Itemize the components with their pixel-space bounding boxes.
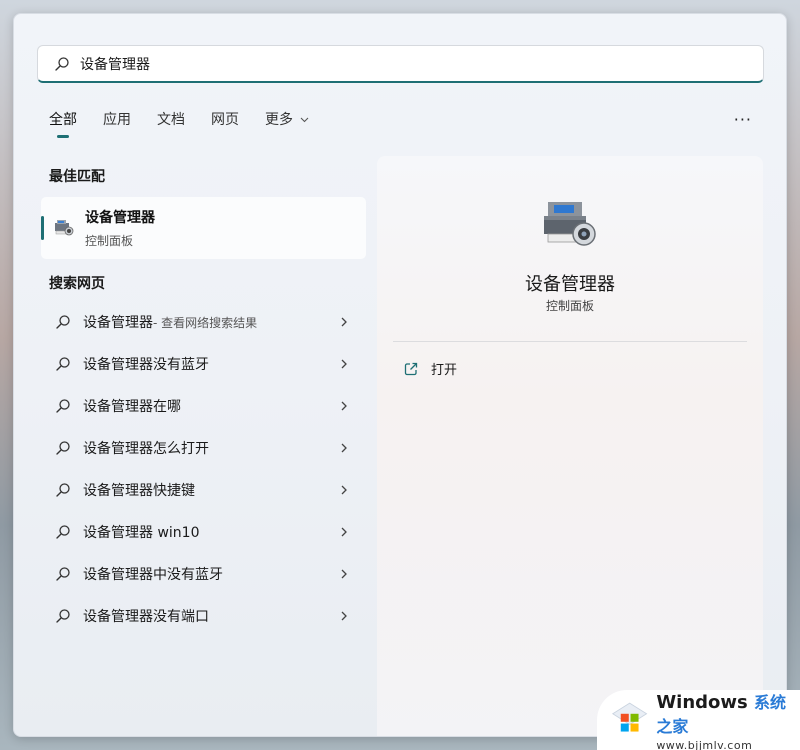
search-icon <box>56 525 70 539</box>
chevron-right-icon <box>341 401 347 411</box>
search-icon <box>55 56 69 71</box>
tab-documents[interactable]: 文档 <box>157 110 185 138</box>
web-search-list: 设备管理器 - 查看网络搜索结果 设备管理器没有蓝牙 设备管理器在哪 设备管理器… <box>41 301 366 637</box>
result-title: 设备管理器 <box>85 210 155 226</box>
web-result-item[interactable]: 设备管理器 win10 <box>41 511 366 553</box>
tab-apps[interactable]: 应用 <box>103 110 131 138</box>
search-icon <box>56 567 70 581</box>
web-result-item[interactable]: 设备管理器在哪 <box>41 385 366 427</box>
watermark-brand: Windows <box>656 691 748 713</box>
chevron-right-icon <box>341 359 347 369</box>
device-manager-icon <box>544 202 596 246</box>
chevron-right-icon <box>341 317 347 327</box>
tab-more[interactable]: 更多 <box>265 110 309 138</box>
detail-subtitle: 控制面板 <box>545 299 594 313</box>
device-manager-icon <box>55 220 74 236</box>
web-result-item[interactable]: 设备管理器怎么打开 <box>41 427 366 469</box>
tab-all[interactable]: 全部 <box>49 110 77 138</box>
detail-pane: 设备管理器 控制面板 打开 <box>377 156 763 736</box>
more-options-button[interactable]: ··· <box>734 110 752 129</box>
windows-logo-icon <box>611 702 648 732</box>
web-result-item[interactable]: 设备管理器没有蓝牙 <box>41 343 366 385</box>
search-icon <box>56 357 70 371</box>
chevron-right-icon <box>341 569 347 579</box>
chevron-right-icon <box>341 527 347 537</box>
chevron-right-icon <box>341 611 347 621</box>
web-result-item[interactable]: 设备管理器 - 查看网络搜索结果 <box>41 301 366 343</box>
watermark-url: www.bjjmlv.com <box>656 738 753 750</box>
open-external-icon <box>404 362 418 375</box>
chevron-down-icon <box>301 117 309 123</box>
filter-tabs: 全部 应用 文档 网页 更多 <box>49 110 335 138</box>
web-search-title: 搜索网页 <box>49 276 105 292</box>
search-icon <box>56 399 70 413</box>
site-watermark: Windows 系统之家 www.bjjmlv.com <box>597 690 800 750</box>
web-result-item[interactable]: 设备管理器快捷键 <box>41 469 366 511</box>
open-button[interactable]: 打开 <box>403 359 457 378</box>
search-panel: 全部 应用 文档 网页 更多 ··· 最佳匹配 设备管理器 控制面板 搜索网页 … <box>13 13 787 737</box>
selection-indicator <box>41 216 44 240</box>
divider <box>393 341 747 342</box>
result-subtitle: 控制面板 <box>85 234 134 248</box>
web-result-item[interactable]: 设备管理器中没有蓝牙 <box>41 553 366 595</box>
search-input[interactable] <box>80 55 680 72</box>
search-icon <box>56 483 70 497</box>
web-result-item[interactable]: 设备管理器没有端口 <box>41 595 366 637</box>
tab-web[interactable]: 网页 <box>211 110 239 138</box>
search-box[interactable] <box>37 45 764 83</box>
chevron-right-icon <box>341 485 347 495</box>
search-icon <box>56 441 70 455</box>
best-match-result[interactable]: 设备管理器 控制面板 <box>41 197 366 259</box>
search-icon <box>56 609 70 623</box>
search-icon <box>56 315 70 329</box>
detail-title: 设备管理器 <box>525 274 615 295</box>
best-match-title: 最佳匹配 <box>49 169 105 185</box>
chevron-right-icon <box>341 443 347 453</box>
